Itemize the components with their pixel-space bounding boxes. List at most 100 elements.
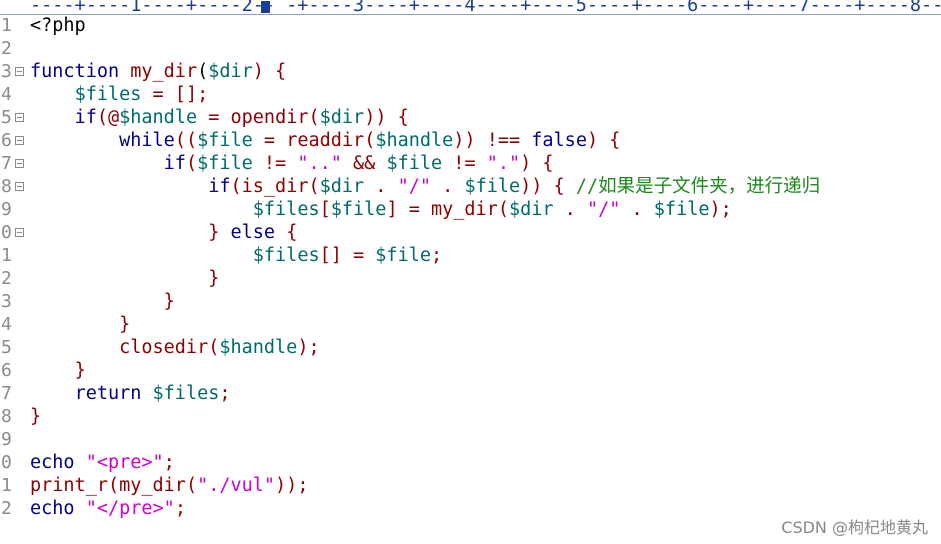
code-line[interactable]: $files = []; — [30, 83, 930, 106]
code-token: )); — [275, 475, 309, 496]
code-token: } — [208, 222, 231, 243]
code-token: ] = — [386, 199, 431, 220]
code-line[interactable]: $files[$file] = my_dir($dir . "/" . $fil… — [30, 198, 930, 221]
code-line[interactable]: print_r(my_dir("./vul")); — [30, 474, 930, 497]
code-token: $file — [464, 176, 521, 197]
code-token: <?php — [30, 15, 86, 36]
code-token: ( — [107, 475, 120, 496]
code-line[interactable]: if(is_dir($dir . "/" . $file)) { //如果是子文… — [30, 175, 930, 198]
code-token: $dir — [319, 176, 365, 197]
fold-toggle-icon[interactable] — [15, 67, 24, 76]
code-token: != — [252, 153, 298, 174]
fold-toggle-icon[interactable] — [15, 228, 24, 237]
fold-toggle-icon[interactable] — [15, 136, 24, 145]
code-token: echo — [30, 498, 75, 519]
code-token: $files — [252, 245, 320, 266]
code-line[interactable] — [30, 37, 930, 60]
line-number: 9 — [1, 429, 12, 450]
code-line[interactable]: while(($file = readdir($handle)) !== fal… — [30, 129, 930, 152]
code-token: ; — [219, 383, 231, 404]
code-token: ) { — [252, 61, 287, 82]
fold-toggle-icon[interactable] — [15, 182, 24, 191]
line-number-gutter: 1234567890123456789012 — [0, 14, 28, 544]
fold-toggle-icon[interactable] — [15, 113, 24, 122]
code-token: "/" — [586, 199, 621, 220]
code-line[interactable]: if(@$handle = opendir($dir)) { — [30, 106, 930, 129]
code-token: $file — [653, 199, 710, 220]
code-token: ) { — [586, 130, 621, 151]
code-line[interactable]: echo "<pre>"; — [30, 451, 930, 474]
code-line[interactable]: if($file != ".." && $file != ".") { — [30, 152, 930, 175]
code-token: } — [208, 268, 220, 289]
code-line[interactable]: } — [30, 313, 930, 336]
line-number: 2 — [1, 498, 12, 519]
code-token: . — [364, 176, 398, 197]
code-token: . — [553, 199, 587, 220]
code-line[interactable]: } — [30, 405, 930, 428]
code-token: ); — [709, 199, 732, 220]
fold-toggle-icon[interactable] — [15, 159, 24, 168]
code-token: if — [208, 176, 231, 197]
code-token: $file — [197, 130, 253, 151]
code-editor[interactable]: <?php function my_dir($dir) { $files = [… — [30, 14, 930, 520]
code-token: ( — [497, 199, 509, 220]
code-token: "./vul" — [197, 475, 276, 496]
line-number: 5 — [1, 107, 12, 128]
code-token: //如果是子文件夹，进行递归 — [575, 176, 821, 197]
line-number: 1 — [1, 475, 12, 496]
code-token: )) !== — [453, 130, 532, 151]
code-line[interactable]: return $files; — [30, 382, 930, 405]
code-line[interactable]: } — [30, 290, 930, 313]
code-token: "<pre>" — [85, 452, 164, 473]
code-token: is_dir — [241, 176, 309, 197]
column-ruler: ----+----1----+----2-- -+----3----+----4… — [0, 0, 941, 15]
code-token: $dir — [208, 61, 253, 82]
code-token: = []; — [141, 84, 209, 105]
code-token: ( — [185, 475, 198, 496]
code-token: ( — [208, 337, 220, 358]
code-token: while — [119, 130, 175, 151]
code-line[interactable]: closedir($handle); — [30, 336, 930, 359]
line-number: 4 — [1, 84, 12, 105]
code-token: ( — [185, 153, 198, 174]
code-line[interactable]: <?php — [30, 14, 930, 37]
line-number: 1 — [1, 245, 12, 266]
line-number: 7 — [1, 383, 12, 404]
code-line[interactable]: $files[] = $file; — [30, 244, 930, 267]
code-token: . — [431, 176, 465, 197]
code-line[interactable] — [30, 428, 930, 451]
code-line[interactable]: function my_dir($dir) { — [30, 60, 930, 83]
code-token: && — [341, 153, 387, 174]
line-number: 6 — [1, 130, 12, 151]
code-token: (@ — [96, 107, 120, 128]
code-line[interactable]: } — [30, 359, 930, 382]
code-token: ( — [364, 130, 376, 151]
code-token: = — [252, 130, 287, 151]
code-token: )) { — [364, 107, 409, 128]
code-token: $handle — [219, 337, 298, 358]
code-token: false — [531, 130, 587, 151]
code-token: my_dir — [119, 475, 186, 496]
code-token: )) { — [520, 176, 576, 197]
code-token: if — [74, 107, 97, 128]
code-token: $file — [197, 153, 253, 174]
code-token: $handle — [119, 107, 198, 128]
code-token: ".." — [297, 153, 342, 174]
code-token: [] = — [319, 245, 376, 266]
code-token: $file — [330, 199, 387, 220]
ruler-text: ----+----1----+----2-- -+----3----+----4… — [30, 0, 941, 15]
code-line[interactable]: } — [30, 267, 930, 290]
code-token: ( — [230, 176, 242, 197]
code-token: $dir — [508, 199, 554, 220]
code-token: { — [275, 222, 298, 243]
code-line[interactable]: } else { — [30, 221, 930, 244]
code-token: ( — [308, 107, 320, 128]
code-token: ; — [163, 452, 175, 473]
line-number: 1 — [1, 15, 12, 36]
